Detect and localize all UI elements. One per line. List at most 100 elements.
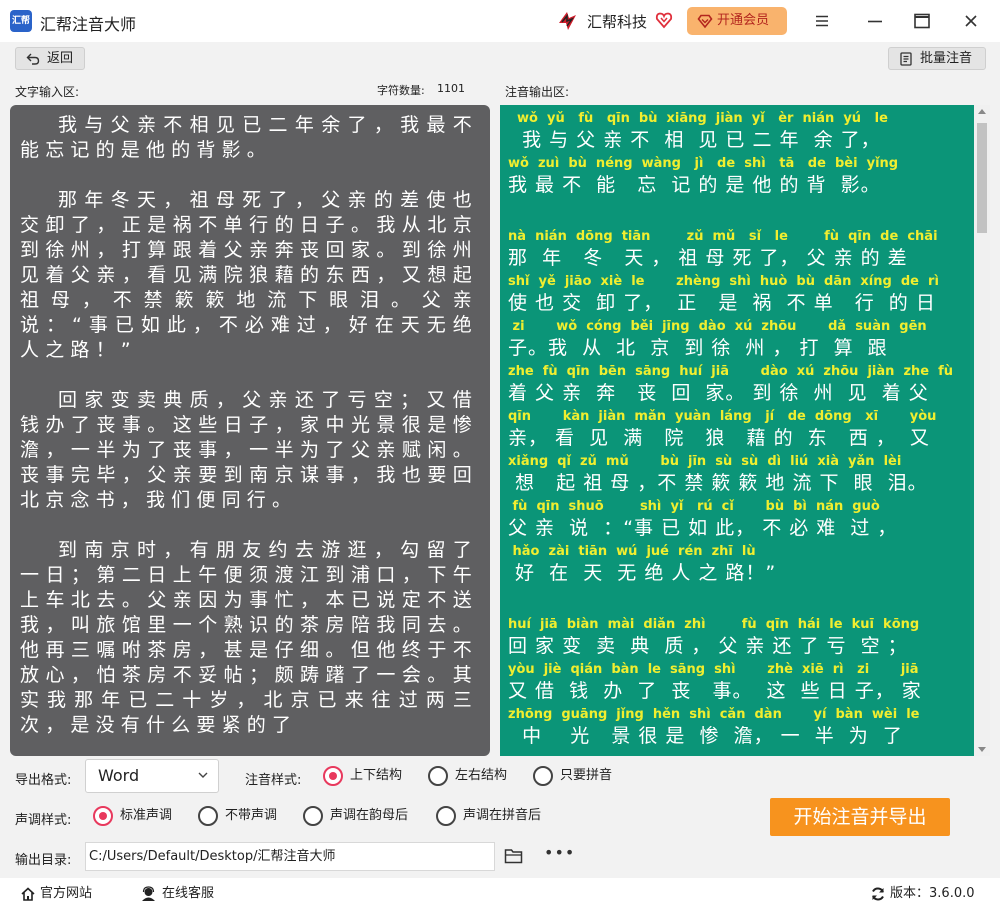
- hanzi-line: 我 与 父 亲 不 相 见 已 二 年 余 了，: [508, 129, 881, 151]
- radio-label: 不带声调: [225, 808, 278, 823]
- hanzi-line: 那 年 冬 天 ， 祖 母 死 了， 父 亲 的 差: [508, 247, 908, 269]
- minimize-icon[interactable]: [864, 10, 886, 32]
- radio-dot: [303, 806, 323, 826]
- radio-dot: [436, 806, 456, 826]
- radio-label: 上下结构: [350, 768, 403, 783]
- input-paragraph: 回家变卖典质，父亲还了亏空；又借钱办了丧事。这些日子，家中光景很是惨澹，一半为了…: [20, 389, 478, 511]
- heart-badge-icon[interactable]: [655, 11, 673, 29]
- output-row: zhe fù qīn bēn sāng huí jiā dào xú zhōu …: [508, 364, 966, 409]
- output-row: shǐ yě jiāo xiè le zhèng shì huò bù dān …: [508, 274, 966, 319]
- output-paragraph: nà nián dōng tiān zǔ mǔ sǐ le fù qīn de …: [508, 229, 966, 589]
- refresh-icon: [872, 887, 884, 901]
- output-row: fù qīn shuō shì yǐ rú cǐ bù bì nán guò 父…: [508, 499, 966, 544]
- batch-annotate-button[interactable]: 批量注音: [888, 47, 986, 70]
- maximize-icon[interactable]: [911, 10, 933, 32]
- pinyin-line: shǐ yě jiāo xiè le zhèng shì huò bù dān …: [508, 274, 939, 289]
- hanzi-line: 我 最 不 能 忘 记 的 是 他 的 背 影。: [508, 174, 881, 196]
- output-paragraph: huí jiā biàn mài diǎn zhì fù qīn hái le …: [508, 617, 966, 752]
- brand-logo-icon: [559, 12, 576, 30]
- input-paragraph: 我与父亲不相见已二年余了，我最不能忘记的是他的背影。: [20, 114, 478, 161]
- radio-left-right-layout[interactable]: 左右结构: [428, 766, 507, 786]
- char-count-label: 字符数量:: [377, 84, 425, 97]
- radio-dot: [533, 766, 553, 786]
- output-row: huí jiā biàn mài diǎn zhì fù qīn hái le …: [508, 617, 966, 662]
- radio-tone-after-final[interactable]: 声调在韵母后: [303, 806, 408, 826]
- output-dir-field[interactable]: C:/Users/Default/Desktop/汇帮注音大师: [85, 842, 495, 871]
- start-export-button[interactable]: 开始注音并导出: [770, 798, 950, 836]
- scroll-up-arrow-icon[interactable]: [978, 109, 986, 114]
- batch-label: 批量注音: [920, 51, 973, 66]
- hanzi-line: 子。我 从 北 京 到 徐 州 ， 打 算 跟: [508, 337, 888, 359]
- output-scrollbar[interactable]: [974, 105, 990, 756]
- pinyin-line: fù qīn shuō shì yǐ rú cǐ bù bì nán guò: [508, 499, 880, 514]
- radio-label: 只要拼音: [560, 768, 613, 783]
- output-row: hǎo zài tiān wú jué rén zhī lù 好 在 天 无 绝…: [508, 544, 966, 589]
- more-options-button[interactable]: •••: [544, 845, 574, 864]
- online-support-link[interactable]: 在线客服: [140, 884, 214, 904]
- output-paragraph: wǒ yǔ fù qīn bù xiāng jiàn yǐ èr nián yú…: [508, 111, 966, 201]
- menu-icon[interactable]: [811, 10, 833, 32]
- pinyin-line: wǒ yǔ fù qīn bù xiāng jiàn yǐ èr nián yú…: [508, 111, 888, 126]
- phonetic-style-label: 注音样式:: [245, 773, 302, 788]
- pinyin-line: huí jiā biàn mài diǎn zhì fù qīn hái le …: [508, 617, 920, 632]
- website-label: 官方网站: [40, 886, 93, 901]
- scroll-thumb[interactable]: [977, 123, 987, 233]
- output-row: wǒ zuì bù néng wàng jì de shì tā de bèi …: [508, 156, 966, 201]
- radio-label: 声调在拼音后: [463, 808, 542, 823]
- radio-standard-tone[interactable]: 标准声调: [93, 806, 172, 826]
- diamond-icon: [697, 14, 713, 29]
- back-label: 返回: [47, 51, 74, 66]
- radio-no-tone[interactable]: 不带声调: [198, 806, 277, 826]
- chevron-down-icon: [198, 772, 208, 778]
- hanzi-line: 中 光 景 很 是 惨 澹， 一 半 为 了: [508, 725, 903, 747]
- support-agent-icon: [142, 886, 155, 901]
- radio-tone-after-pinyin[interactable]: 声调在拼音后: [436, 806, 541, 826]
- radio-dot: [93, 806, 113, 826]
- output-row: qīn kàn jiàn mǎn yuàn láng jí de dōng xī…: [508, 409, 966, 454]
- official-website-link[interactable]: 官方网站: [20, 884, 92, 904]
- pinyin-line: zi wǒ cóng běi jīng dào xú zhōu dǎ suàn …: [508, 319, 927, 334]
- radio-dot: [323, 766, 343, 786]
- title-bar: 汇帮 汇帮注音大师 汇帮科技 开通会员: [0, 0, 1000, 42]
- char-count-value: 1101: [437, 82, 465, 95]
- document-icon: [900, 52, 912, 66]
- input-paragraph: 那年冬天，祖母死了，父亲的差使也交卸了，正是祸不单行的日子。我从北京到徐州，打算…: [20, 189, 478, 361]
- hanzi-line: 着 父 亲 奔 丧 回 家。 到 徐 州 见 着 父: [508, 382, 929, 404]
- output-area-label: 注音输出区:: [505, 85, 570, 99]
- output-dir-label: 输出目录:: [15, 853, 72, 868]
- radio-pinyin-only[interactable]: 只要拼音: [533, 766, 612, 786]
- hanzi-line: 亲， 看 见 满 院 狼 藉 的 东 西 ， 又: [508, 427, 930, 449]
- version-value: 3.6.0.0: [929, 886, 975, 901]
- radio-label: 声调在韵母后: [330, 808, 409, 823]
- folder-open-icon[interactable]: [504, 847, 524, 865]
- output-row: zi wǒ cóng běi jīng dào xú zhōu dǎ suàn …: [508, 319, 966, 364]
- back-button[interactable]: 返回: [15, 47, 85, 70]
- vip-label: 开通会员: [717, 13, 770, 28]
- vip-button[interactable]: 开通会员: [687, 7, 787, 35]
- pinyin-line: zhōng guāng jǐng hěn shì cǎn dàn yí bàn …: [508, 707, 920, 722]
- input-paragraph: 到南京时，有朋友约去游逛，勾留了一日；第二日上午便须渡江到浦口，下午上车北去。父…: [20, 539, 478, 736]
- brand-name: 汇帮科技: [587, 13, 648, 31]
- app-logo-icon: 汇帮: [10, 10, 32, 32]
- phonetic-output-area: wǒ yǔ fù qīn bù xiāng jiàn yǐ èr nián yú…: [500, 105, 974, 756]
- scroll-down-arrow-icon[interactable]: [978, 747, 986, 752]
- export-format-select[interactable]: Word: [85, 759, 219, 793]
- output-row: wǒ yǔ fù qīn bù xiāng jiàn yǐ èr nián yú…: [508, 111, 966, 156]
- version-info: 版本：3.6.0.0: [870, 884, 975, 904]
- pinyin-line: yòu jiè qián bàn le sāng shì zhè xiē rì …: [508, 662, 919, 677]
- hanzi-line: 又 借 钱 办 了 丧 事。 这 些 日 子， 家: [508, 680, 922, 702]
- export-format-label: 导出格式:: [15, 773, 72, 788]
- output-row: xiǎng qǐ zǔ mǔ bù jīn sù sù dì liú xià y…: [508, 454, 966, 499]
- pinyin-line: wǒ zuì bù néng wàng jì de shì tā de bèi …: [508, 156, 899, 171]
- radio-top-bottom-layout[interactable]: 上下结构: [323, 766, 402, 786]
- radio-dot: [198, 806, 218, 826]
- pinyin-line: xiǎng qǐ zǔ mǔ bù jīn sù sù dì liú xià y…: [508, 454, 902, 469]
- close-icon[interactable]: [960, 10, 982, 32]
- hanzi-line: 回 家 变 卖 典 质 ， 父 亲 还 了 亏 空 ；: [508, 635, 908, 657]
- pinyin-line: zhe fù qīn bēn sāng huí jiā dào xú zhōu …: [508, 364, 954, 379]
- text-input-area[interactable]: 我与父亲不相见已二年余了，我最不能忘记的是他的背影。 那年冬天，祖母死了，父亲的…: [10, 105, 490, 756]
- export-format-value: Word: [98, 766, 140, 785]
- footer-bar: 官方网站 在线客服 版本：3.6.0.0: [0, 878, 1000, 910]
- home-icon: [21, 887, 35, 901]
- hanzi-line: 父 亲 说 ：“事 已 如 此， 不 必 难 过 ，: [508, 517, 898, 539]
